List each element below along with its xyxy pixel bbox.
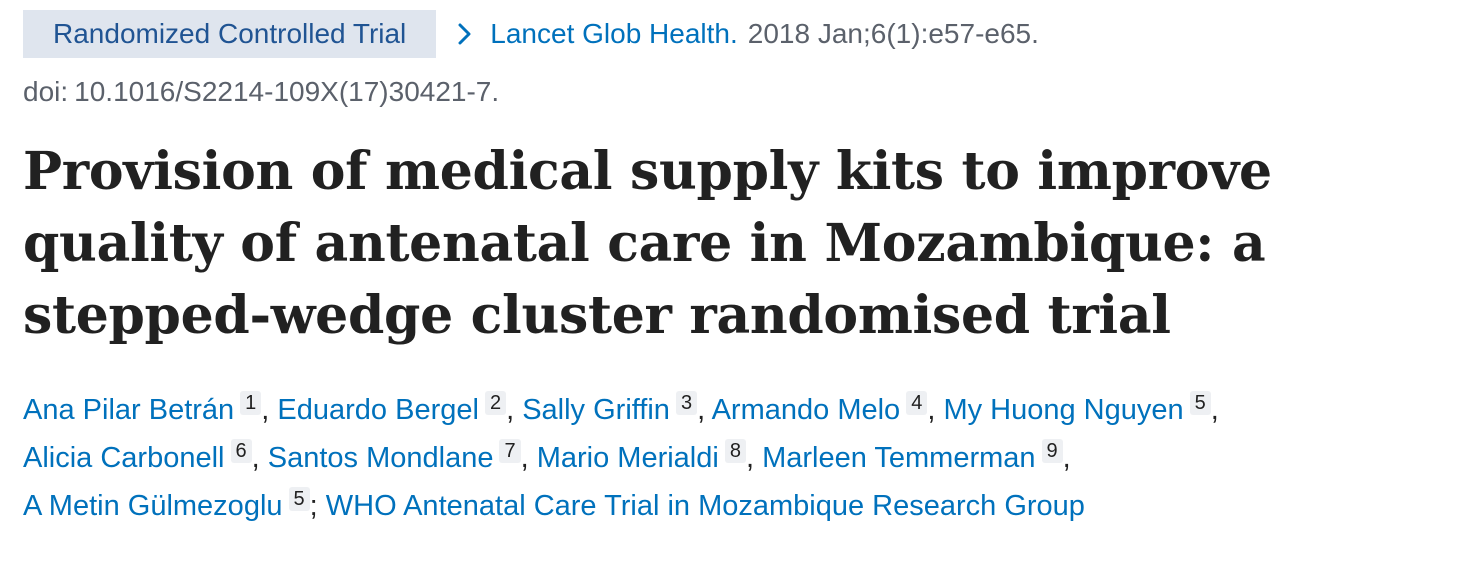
author-separator: , [927, 394, 936, 426]
author-separator: , [520, 442, 529, 474]
author-separator: , [697, 394, 706, 426]
author-separator: ; [309, 490, 318, 522]
author-separator: , [1062, 442, 1071, 474]
author-separator: , [261, 394, 270, 426]
author-separator: , [745, 442, 755, 474]
author-item: Armando Melo 4, [712, 391, 936, 426]
doi-line: doi: 10.1016/S2214-109X(17)30421-7. [23, 76, 1463, 108]
author-separator: , [506, 394, 515, 426]
journal-citation: Lancet Glob Health. 2018 Jan;6(1):e57-e6… [458, 18, 1039, 50]
affiliation-number[interactable]: 8 [724, 439, 746, 463]
affiliation-number[interactable]: 5 [288, 487, 310, 511]
author-link[interactable]: Alicia Carbonell [23, 442, 225, 474]
author-item: Mario Merialdi 8, [537, 439, 755, 474]
author-link[interactable]: Sally Griffin [522, 394, 670, 426]
affiliation-number[interactable]: 3 [675, 391, 698, 415]
doi-label: doi: [23, 76, 69, 107]
affiliation-number[interactable]: 7 [499, 439, 521, 463]
author-item: Marleen Temmerman 9, [762, 439, 1071, 474]
article-title: Provision of medical supply kits to impr… [23, 141, 1272, 346]
author-link[interactable]: My Huong Nguyen [943, 394, 1183, 426]
affiliation-number[interactable]: 6 [230, 439, 252, 463]
author-item: Sally Griffin 3, [522, 391, 706, 426]
author-link[interactable]: Marleen Temmerman [762, 442, 1035, 474]
affiliation-number[interactable]: 1 [240, 391, 262, 415]
author-link[interactable]: Ana Pilar Betrán [23, 394, 234, 426]
affiliation-number[interactable]: 9 [1041, 439, 1063, 463]
publication-type-badge: Randomized Controlled Trial [23, 10, 437, 58]
article-meta-row: Randomized Controlled Trial Lancet Glob … [23, 10, 1463, 58]
affiliation-number[interactable]: 5 [1189, 391, 1211, 415]
author-item: A Metin Gülmezoglu 5; [23, 487, 318, 522]
author-list: Ana Pilar Betrán 1, Eduardo Bergel 2, Sall… [23, 386, 1443, 530]
author-item: Alicia Carbonell 6, [23, 439, 260, 474]
chevron-right-icon[interactable] [458, 23, 472, 45]
affiliation-number[interactable]: 4 [906, 391, 928, 415]
doi-value: 10.1016/S2214-109X(17)30421-7. [74, 76, 500, 107]
author-link[interactable]: Armando Melo [712, 394, 901, 426]
author-item: Eduardo Bergel 2, [277, 391, 515, 426]
author-link[interactable]: Santos Mondlane [268, 442, 494, 474]
author-item: Ana Pilar Betrán 1, [23, 391, 270, 426]
author-separator: , [251, 442, 260, 474]
citation-date: 2018 Jan;6(1):e57-e65. [747, 18, 1039, 49]
collective-author-link[interactable]: WHO Antenatal Care Trial in Mozambique R… [326, 490, 1085, 522]
journal-link[interactable]: Lancet Glob Health. [490, 18, 738, 50]
author-item: Santos Mondlane 7, [268, 439, 529, 474]
author-link[interactable]: Eduardo Bergel [277, 394, 479, 426]
author-link[interactable]: A Metin Gülmezoglu [23, 490, 283, 522]
affiliation-number[interactable]: 2 [484, 391, 507, 415]
author-separator: , [1210, 394, 1219, 426]
article-header: Randomized Controlled Trial Lancet Glob … [23, 10, 1463, 530]
author-link[interactable]: Mario Merialdi [537, 442, 719, 474]
author-item: My Huong Nguyen 5, [943, 391, 1219, 426]
